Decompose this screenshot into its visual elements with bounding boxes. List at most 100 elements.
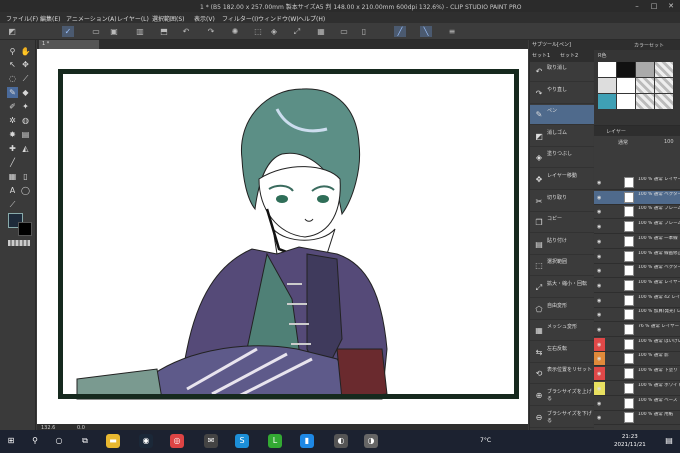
eye-icon[interactable]: ◉ [597, 327, 601, 333]
app-icon[interactable]: ▮ [300, 434, 314, 448]
eye-icon[interactable]: ◉ [597, 386, 601, 392]
figure-icon[interactable]: ◭ [20, 143, 31, 154]
layer-row[interactable]: ◉ 100 % 通常 ベクター 2 [594, 190, 680, 205]
sub-tool-item[interactable]: ▦ メッシュ変形 [530, 321, 594, 342]
menu-filter[interactable]: フィルター(I) [222, 14, 258, 23]
transform-icon[interactable]: ⤢ [291, 26, 303, 37]
opacity-value[interactable]: 100 [664, 139, 674, 145]
layer-row[interactable]: ◉ 100 % 通常 はいけい [594, 337, 680, 352]
menu-layer[interactable]: レイヤー(L) [117, 14, 149, 23]
canvas-area[interactable]: 1 * 132.6 0.0 [37, 40, 528, 432]
tab-set2[interactable]: セット2 [560, 52, 578, 59]
eye-icon[interactable]: ◉ [597, 312, 601, 318]
balloon-icon[interactable]: ◯ [20, 185, 31, 196]
fill-icon[interactable]: ◈ [268, 26, 280, 37]
layer-row[interactable]: ◉ 100 % 通常 線画修正 [594, 250, 680, 264]
swatch-transparent[interactable] [655, 62, 673, 77]
menu-help[interactable]: ヘルプ(H) [298, 14, 325, 23]
correct-line-icon[interactable]: ⟋ [7, 199, 18, 210]
color-set-name[interactable]: R色 [598, 52, 606, 59]
line-icon[interactable]: L [268, 434, 282, 448]
layer-row[interactable]: ◉ 100 % 通常 一本線 [594, 235, 680, 249]
deselect-icon[interactable]: ⬚ [252, 26, 264, 37]
eye-icon[interactable]: ◉ [597, 371, 601, 377]
pen-mode-icon[interactable]: ✓ [62, 26, 74, 37]
clear-icon[interactable]: ✺ [229, 26, 241, 37]
eye-icon[interactable]: ◉ [597, 342, 601, 348]
clock[interactable]: 21:23 2021/11/21 [614, 433, 646, 449]
stabilizer-icon[interactable]: ╲ [420, 26, 432, 37]
export-icon[interactable]: ⬒ [158, 26, 170, 37]
swatch-transparent-3[interactable] [655, 78, 673, 93]
sub-tool-item[interactable]: ✎ ペン [530, 105, 594, 126]
undo-icon[interactable]: ↶ [180, 26, 192, 37]
sub-tool-item[interactable]: ↶ 取り消し [530, 62, 594, 82]
layer-row[interactable]: ◉ 100 % 通常 影 [594, 352, 680, 367]
eye-icon[interactable]: ◉ [597, 283, 601, 289]
menu-view[interactable]: 表示(V) [194, 14, 215, 23]
brush-settings-icon[interactable]: ≡ [446, 26, 458, 37]
transparent-color-swatch[interactable] [8, 240, 30, 246]
swatch-gray[interactable] [636, 62, 654, 77]
sub-tool-item[interactable]: ⇆ 左右反転 [530, 343, 594, 363]
close-button[interactable]: ✕ [663, 0, 679, 12]
menu-selection[interactable]: 選択範囲(S) [152, 14, 185, 23]
sub-tool-item[interactable]: ◈ 塗りつぶし [530, 148, 594, 169]
file-explorer-icon[interactable]: ▬ [106, 434, 120, 448]
mail-icon[interactable]: ✉ [204, 434, 218, 448]
swatch-transparent-5[interactable] [655, 94, 673, 109]
fill-tool-icon[interactable]: ✚ [7, 143, 18, 154]
windows-start-icon[interactable]: ⊞ [4, 434, 18, 448]
sub-tool-item[interactable]: ✂ 切り取り [530, 192, 594, 212]
steam-icon[interactable]: ◉ [139, 434, 153, 448]
new-canvas-icon[interactable]: ▭ [90, 26, 102, 37]
sub-tool-item[interactable]: ⤢ 拡大・縮小・回転 [530, 278, 594, 298]
canvas-paper[interactable] [37, 49, 528, 424]
swatch-teal[interactable] [598, 94, 616, 109]
sub-tool-item[interactable]: ⊖ ブラシサイズを下げる [530, 408, 594, 428]
sub-tool-item[interactable]: ▤ 貼り付け [530, 235, 594, 255]
maximize-button[interactable]: □ [646, 0, 662, 12]
eye-icon[interactable]: ◉ [597, 268, 601, 274]
ruler-tool-icon[interactable]: ▯ [20, 171, 31, 182]
eye-icon[interactable]: ◉ [597, 209, 601, 215]
frame-icon[interactable]: ▦ [7, 171, 18, 182]
pencil-icon[interactable]: ✐ [7, 101, 18, 112]
layer-row[interactable]: ◉ 100 % 通常 ベース [594, 397, 680, 411]
line-icon[interactable]: ╱ [7, 157, 18, 168]
weather-temp[interactable]: 7°C [480, 437, 491, 444]
eye-icon[interactable]: ◉ [597, 195, 601, 201]
grid-icon[interactable]: ▦ [315, 26, 327, 37]
pen-pressure-icon[interactable]: ╱ [394, 26, 406, 37]
swatch-transparent-2[interactable] [636, 78, 654, 93]
eye-icon[interactable]: ◉ [597, 401, 601, 407]
layer-row[interactable]: ◉ 100 % 通常 42 レイヤー [594, 294, 680, 308]
eyedropper-icon[interactable]: ⟋ [20, 73, 31, 84]
swatch-transparent-4[interactable] [636, 94, 654, 109]
menu-animation[interactable]: アニメーション(A) [66, 14, 117, 23]
snap-icon[interactable]: ▯ [358, 26, 370, 37]
menu-edit[interactable]: 編集(E) [40, 14, 60, 23]
sub-tool-item[interactable]: ◩ 消しゴム [530, 127, 594, 147]
layer-row[interactable]: ◉ 100 % 通常 フレーム [594, 220, 680, 235]
eye-icon[interactable]: ◉ [597, 298, 601, 304]
sub-tool-item[interactable]: ⬚ 選択範囲 [530, 256, 594, 277]
tab-set1[interactable]: セット1 [532, 52, 550, 59]
minimize-button[interactable]: – [629, 0, 645, 12]
swatch-white[interactable] [598, 62, 616, 77]
eye-icon[interactable]: ◉ [597, 180, 601, 186]
search-icon[interactable]: ⚲ [28, 434, 42, 448]
app-menu-icon[interactable]: ◩ [6, 26, 18, 37]
menu-file[interactable]: ファイル(F) [6, 14, 38, 23]
pen-icon[interactable]: ✎ [7, 87, 18, 98]
eye-icon[interactable]: ◉ [597, 239, 601, 245]
layer-row[interactable]: ◉ 76 % 通常 レイヤー 3 2 2 2 [594, 323, 680, 337]
decoration-icon[interactable]: ✸ [7, 129, 18, 140]
lasso-icon[interactable]: ◌ [7, 73, 18, 84]
zoom-icon[interactable]: ⚲ [7, 46, 18, 57]
eye-icon[interactable]: ◉ [597, 415, 601, 421]
clip-studio-paint-icon[interactable]: ◑ [364, 434, 378, 448]
blend-icon[interactable]: ◍ [20, 115, 31, 126]
layer-row[interactable]: ◉ 100 % 通常 下塗り [594, 367, 680, 382]
sub-tool-item[interactable]: ⟲ 表示位置をリセット [530, 364, 594, 385]
